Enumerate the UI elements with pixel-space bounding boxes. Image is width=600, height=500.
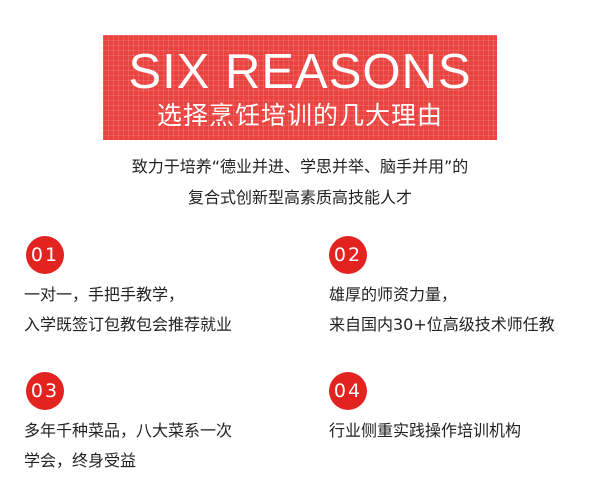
reason-text: 一对一，手把手教学， 入学既签订包教包会推荐就业: [24, 280, 232, 340]
reason-number-badge: 03: [26, 372, 64, 410]
header-banner: SIX REASONS 选择烹饪培训的几大理由: [103, 35, 497, 140]
reason-text-line-2: 学会，终身受益: [24, 451, 137, 470]
reason-item-1: 01 一对一，手把手教学， 入学既签订包教包会推荐就业: [24, 236, 314, 334]
reason-number-badge: 02: [329, 236, 367, 274]
page: SIX REASONS 选择烹饪培训的几大理由 致力于培养“德业并进、学思并举、…: [0, 0, 600, 500]
reason-text: 行业侧重实践操作培训机构: [329, 416, 521, 446]
banner-title: SIX REASONS: [128, 45, 472, 99]
reason-number-badge: 01: [26, 236, 64, 274]
reason-text-line-2: 来自国内30+位高级技术师任教: [329, 315, 555, 334]
reason-text: 多年千种菜品，八大菜系一次 学会，终身受益: [24, 416, 232, 476]
reason-text-line-2: 入学既签订包教包会推荐就业: [24, 315, 233, 334]
reason-text: 雄厚的师资力量， 来自国内30+位高级技术师任教: [329, 280, 555, 340]
reason-text-line-1: 一对一，手把手教学，: [24, 285, 185, 304]
reason-item-2: 02 雄厚的师资力量， 来自国内30+位高级技术师任教: [329, 236, 600, 334]
reason-number-badge: 04: [329, 372, 367, 410]
reason-item-3: 03 多年千种菜品，八大菜系一次 学会，终身受益: [24, 372, 314, 470]
reason-text-line-1: 雄厚的师资力量，: [329, 285, 458, 304]
reason-item-4: 04 行业侧重实践操作培训机构: [329, 372, 600, 440]
intro-line-1: 致力于培养“德业并进、学思并举、脑手并用”的: [131, 157, 469, 176]
reason-text-line-1: 行业侧重实践操作培训机构: [329, 421, 522, 440]
intro-line-2: 复合式创新型高素质高技能人才: [187, 188, 412, 207]
reason-text-line-1: 多年千种菜品，八大菜系一次: [24, 421, 233, 440]
banner-subtitle: 选择烹饪培训的几大理由: [156, 101, 443, 130]
